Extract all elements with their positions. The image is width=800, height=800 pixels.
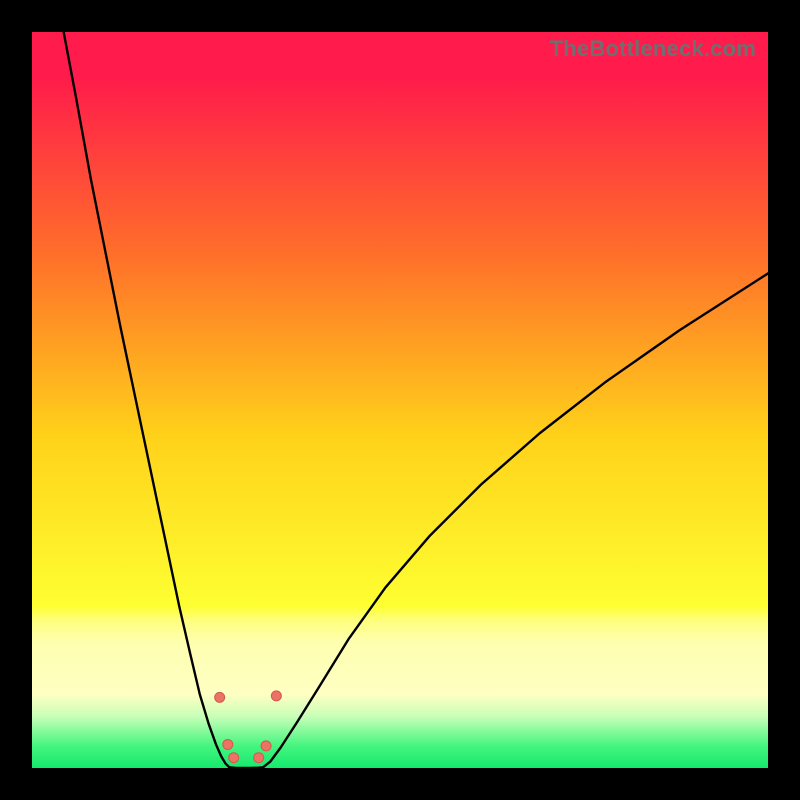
series-left-branch xyxy=(64,32,230,767)
data-marker-2 xyxy=(229,753,239,763)
data-marker-4 xyxy=(261,741,271,751)
series-right-branch xyxy=(263,273,768,767)
plot-area: TheBottleneck.com xyxy=(32,32,768,768)
curves-layer xyxy=(32,32,768,768)
chart-frame: TheBottleneck.com xyxy=(0,0,800,800)
data-marker-5 xyxy=(271,691,281,701)
data-marker-1 xyxy=(223,739,233,749)
data-marker-3 xyxy=(254,753,264,763)
data-marker-0 xyxy=(215,692,225,702)
series-valley-floor xyxy=(229,767,263,768)
